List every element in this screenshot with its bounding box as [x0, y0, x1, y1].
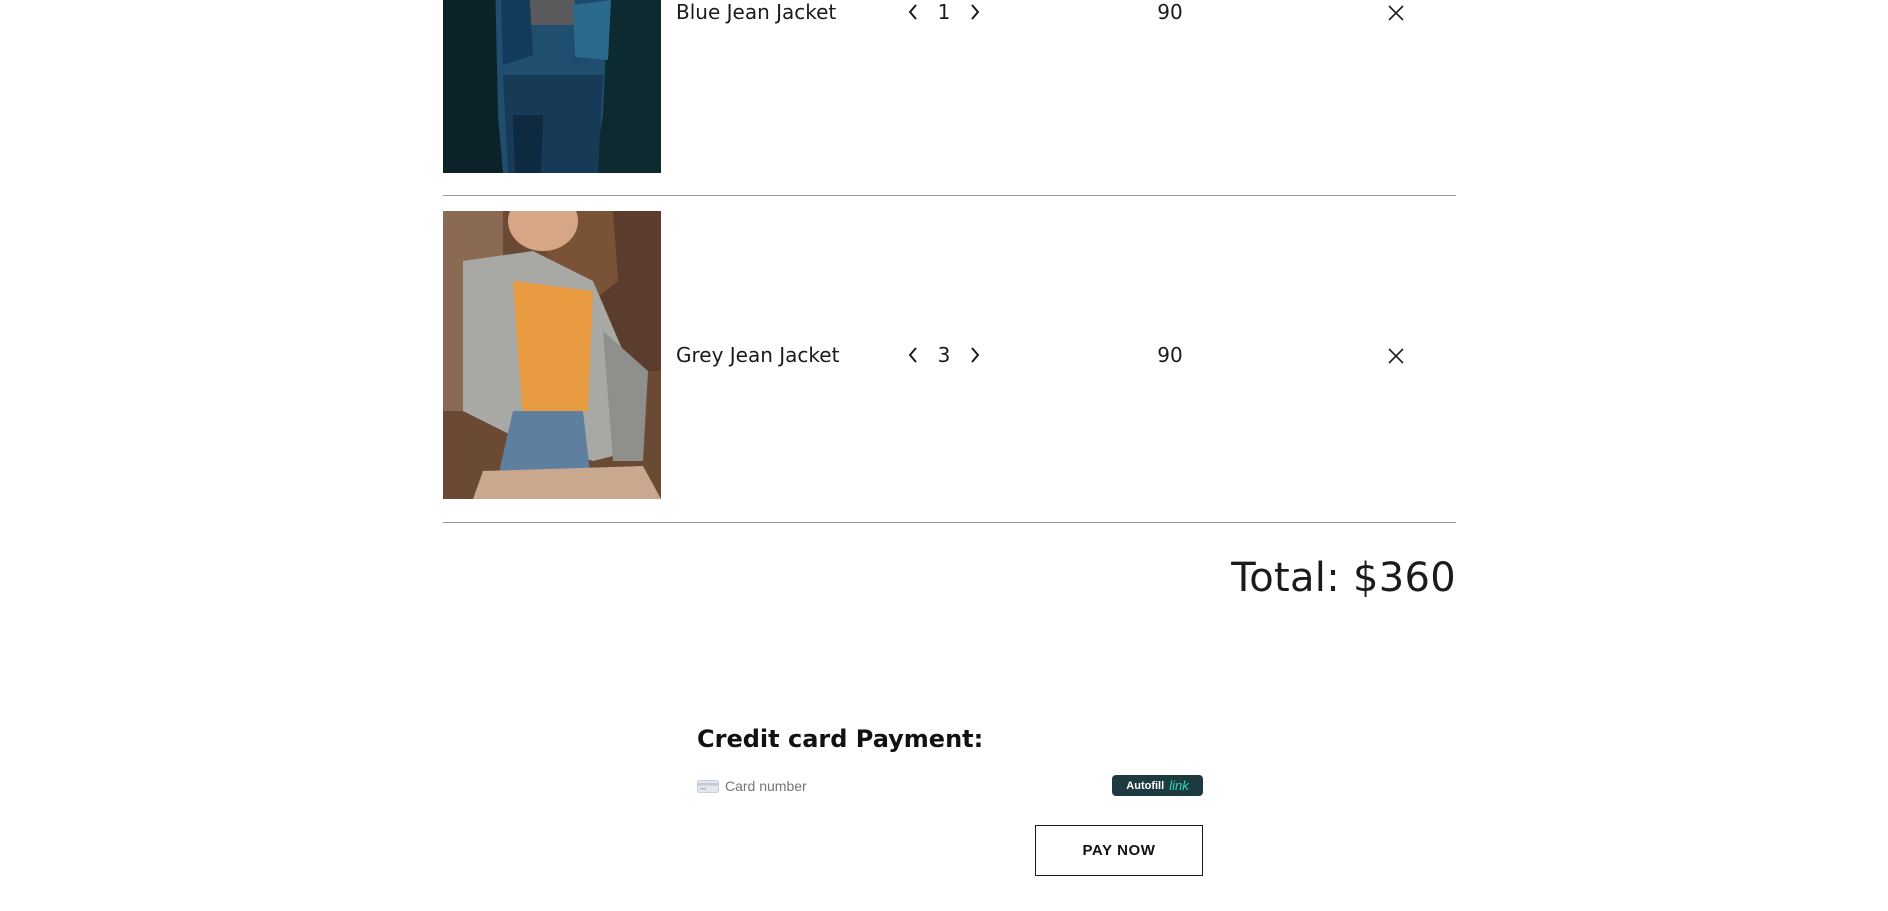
autofill-label: Autofill: [1126, 779, 1165, 792]
cart-item: Grey Jean Jacket 3 90: [443, 195, 1456, 523]
link-logo: link: [1169, 778, 1189, 793]
increase-quantity-button[interactable]: [968, 344, 982, 366]
autofill-link-button[interactable]: Autofill link: [1112, 775, 1203, 796]
cart-total: Total: $360: [1231, 555, 1456, 601]
item-name: Blue Jean Jacket: [676, 0, 837, 24]
remove-item-button[interactable]: [1385, 345, 1407, 367]
item-name: Grey Jean Jacket: [676, 343, 840, 367]
pay-now-button[interactable]: PAY NOW: [1035, 825, 1203, 876]
chevron-left-icon: [908, 4, 917, 20]
close-icon: [1388, 5, 1404, 21]
close-icon: [1388, 348, 1404, 364]
decrease-quantity-button[interactable]: [906, 344, 920, 366]
chevron-right-icon: [971, 4, 980, 20]
item-price: 90: [1157, 343, 1183, 367]
chevron-left-icon: [908, 347, 917, 363]
credit-card-icon: [697, 780, 719, 793]
card-number-row: Autofill link: [697, 773, 1203, 799]
blue-jean-jacket-image: [443, 0, 661, 173]
quantity-value: 3: [937, 343, 951, 367]
increase-quantity-button[interactable]: [968, 1, 982, 23]
remove-item-button[interactable]: [1385, 2, 1407, 24]
cart-item: Blue Jean Jacket 1 90: [443, 0, 1456, 196]
quantity-stepper: 3: [906, 342, 982, 368]
quantity-value: 1: [937, 0, 951, 24]
quantity-stepper: 1: [906, 0, 982, 25]
item-price: 90: [1157, 0, 1183, 24]
decrease-quantity-button[interactable]: [906, 1, 920, 23]
payment-title: Credit card Payment:: [697, 725, 984, 753]
chevron-right-icon: [971, 347, 980, 363]
card-number-input[interactable]: [725, 775, 1105, 797]
grey-jean-jacket-image: [443, 211, 661, 499]
